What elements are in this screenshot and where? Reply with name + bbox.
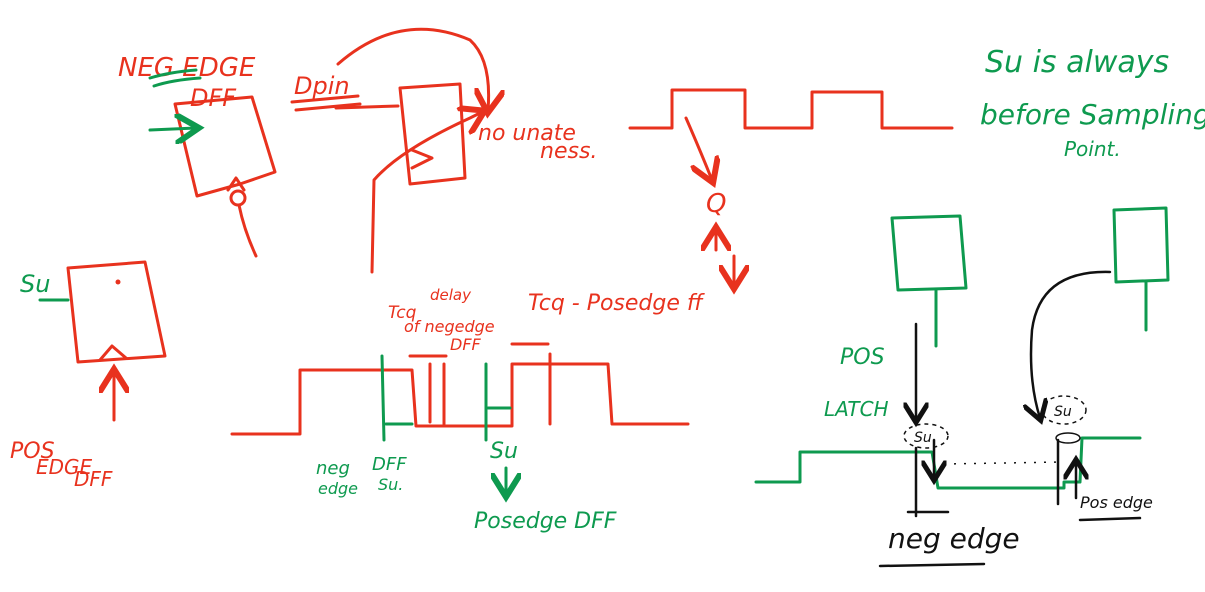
dpin-dff-group: Dpin no unate ness. — [290, 27, 597, 274]
su-note-group: Su is always before Sampling Point. — [980, 45, 1205, 161]
whiteboard-diagram: NEG EDGE DFF Dpin no unate ness. Q Su PO… — [10, 27, 1205, 568]
pos-edge-label: Pos edge — [1080, 493, 1153, 512]
neg-dff-su-line4: Su. — [378, 475, 403, 494]
neg-edge-dff-d-input — [148, 128, 196, 130]
posedge-dff-label: Posedge DFF — [474, 509, 617, 534]
neg-edge-underline — [878, 562, 986, 568]
dpin-wire — [334, 104, 400, 110]
su-middle-label: Su — [490, 439, 518, 464]
neg-dff-su-line2: edge — [318, 479, 358, 498]
latch-clock-waveform — [754, 436, 1142, 490]
tcq-delay-line4: DFF — [450, 335, 482, 354]
tcq-delay-line2: delay — [430, 286, 472, 304]
neg-dff-su-line3: DFF — [372, 454, 407, 475]
pos-edge-dff-line3: DFF — [74, 467, 113, 491]
pos-edge-cap — [1055, 432, 1081, 444]
clock-to-q-arrow — [684, 116, 712, 180]
tcq-delay-line3: of negedge — [404, 317, 495, 336]
su-note-line2: before Sampling — [980, 98, 1205, 131]
pos-edge-dff-box — [66, 260, 167, 364]
middle-dff-clock-triangle — [410, 148, 434, 170]
middle-dff-box — [398, 82, 467, 186]
neg-dff-su-marker — [380, 354, 386, 442]
su-left-label: Su — [20, 270, 50, 298]
pos-latch-group: POS LATCH Su Su neg edge Pos edge — [754, 206, 1170, 568]
middle-timing-group: Tcq delay of negedge DFF Tcq - Posedge f… — [230, 286, 705, 534]
pos-edge-dff-group: Su POS EDGE DFF — [10, 260, 167, 491]
pos-latch-line2: LATCH — [824, 397, 889, 421]
middle-clock-waveform — [230, 362, 690, 436]
latch-box-2 — [1112, 206, 1170, 284]
neg-dff-su-line1: neg — [316, 458, 350, 479]
pos-edge-underline — [1078, 516, 1142, 522]
q-label: Q — [706, 189, 726, 219]
latch-box-1 — [890, 214, 968, 292]
su-note-line3: Point. — [1064, 137, 1121, 161]
neg-edge-label: neg edge — [888, 522, 1020, 555]
pos-edge-dff-dot — [115, 279, 121, 285]
su-bubble-1-label: Su — [914, 430, 932, 446]
no-unateness-line2: ness. — [540, 139, 597, 164]
dpin-arc-arrow — [336, 27, 489, 110]
neg-edge-clock-bubble — [229, 189, 247, 207]
su-note-line1: Su is always — [985, 45, 1169, 80]
clock-arc-arrow — [370, 112, 482, 274]
su-bubble-2-label: Su — [1054, 404, 1072, 420]
dpin-label: Dpin — [294, 72, 350, 100]
neg-edge-dff-group: NEG EDGE DFF — [118, 53, 277, 258]
pos-latch-line1: POS — [840, 345, 885, 370]
neg-edge-clock-wire — [237, 203, 258, 258]
su-dotted-link — [943, 461, 1063, 465]
top-clock-waveform — [628, 88, 954, 130]
tcq-posedge-label: Tcq - Posedge ff — [528, 291, 705, 316]
